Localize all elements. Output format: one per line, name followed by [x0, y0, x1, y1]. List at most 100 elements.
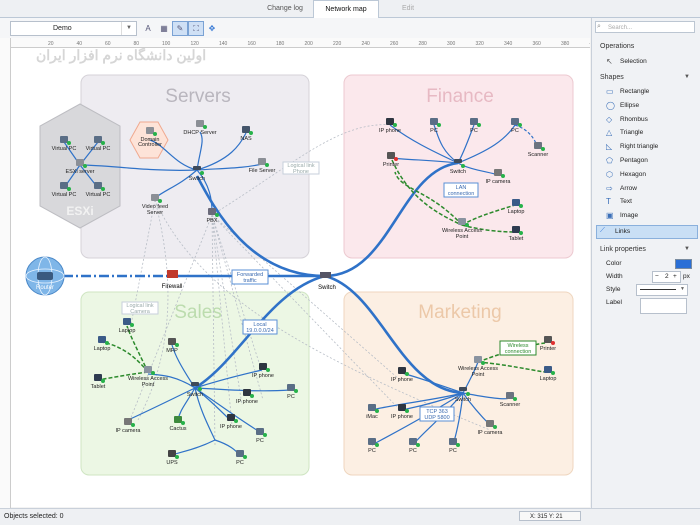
ruler-tick-label: 300 [447, 41, 456, 47]
status-dot-icon [405, 409, 409, 413]
node-label: ESXi server [65, 169, 94, 175]
collapse-icon[interactable]: ▼ [684, 74, 690, 80]
ruler-tick-label: 120 [191, 41, 200, 47]
status-dot-icon [375, 409, 379, 413]
operations-title: Operations [600, 43, 635, 50]
firewall-icon[interactable] [167, 270, 178, 278]
status-dot-icon [551, 341, 555, 345]
logical-link-camera-label-2: Camera [130, 309, 151, 315]
tablet-icon [94, 374, 102, 381]
wap-icon [144, 366, 152, 373]
network-map-canvas[interactable]: اولین دانشگاه نرم افزار ایران Servers Fi… [11, 48, 590, 507]
node-label: File Server [249, 168, 276, 174]
node-label: Point [472, 372, 485, 378]
node-label: DHCP Server [183, 130, 216, 136]
collapse-link-props-icon[interactable]: ▼ [684, 246, 690, 252]
decrement-icon[interactable]: − [655, 272, 659, 282]
status-dot-icon [481, 361, 485, 365]
shape-item-label: Image [620, 212, 639, 220]
shape-item-label: Text [620, 198, 632, 206]
label-input[interactable] [640, 298, 687, 314]
style-select[interactable]: ▼ [636, 284, 688, 296]
status-dot-icon [405, 372, 409, 376]
increment-icon[interactable]: + [673, 272, 677, 282]
tab-network-map-label: Network map [325, 6, 367, 13]
spellcheck-icon[interactable]: A [140, 21, 156, 36]
width-stepper[interactable]: − 2 + [652, 271, 681, 283]
shape-item-label: Rhombus [620, 115, 648, 123]
pc-icon [430, 118, 438, 125]
tab-change-log[interactable]: Change log [258, 0, 312, 17]
links-tool[interactable]: ⟋ Links [596, 225, 698, 239]
shape-item-label: Ellipse [620, 101, 640, 109]
status-dot-icon [234, 419, 238, 423]
side-panel: Search... ⌕ Operations ↖ Selection Shape… [591, 18, 700, 508]
ruler-tick-label: 380 [561, 41, 570, 47]
forwarded-traffic-label-2: traffic [243, 278, 257, 284]
ellipse-icon: ◯ [606, 100, 615, 110]
status-dot-icon [151, 371, 155, 375]
pencil-icon[interactable]: ✎ [172, 21, 188, 36]
node-label: Virtual PC [52, 192, 77, 198]
server-icon [196, 120, 204, 127]
shape-item-label: Pentagon [620, 157, 648, 164]
tab-change-log-label: Change log [267, 5, 303, 12]
vertical-ruler [0, 38, 11, 508]
link-icon: ⟋ [600, 227, 605, 234]
servers-title: Servers [165, 86, 230, 107]
tab-network-map[interactable]: Network map [313, 0, 379, 19]
pc-icon [511, 118, 519, 125]
search-input[interactable]: Search... [595, 21, 695, 33]
move-icon[interactable]: ✥ [204, 21, 220, 36]
fit-page-icon[interactable]: ⛶ [188, 21, 204, 36]
logical-link-phone-label-2: Phone [293, 169, 309, 175]
pc-icon [368, 438, 376, 445]
node-label: IP phone [391, 414, 413, 420]
camera-icon [124, 418, 132, 425]
finance-title: Finance [426, 86, 494, 107]
grid-icon[interactable]: ▦ [156, 21, 172, 36]
phone-icon [259, 363, 267, 370]
status-dot-icon [200, 171, 204, 175]
node-label: Printer [540, 346, 556, 352]
node-label: Controller [138, 142, 162, 148]
pc-icon [236, 450, 244, 457]
ruler-tick-label: 40 [77, 41, 83, 47]
style-dropdown-icon[interactable]: ▼ [680, 286, 685, 292]
node-label: Server [147, 210, 163, 216]
node-label: Switch [189, 176, 205, 182]
node-label: Tablet [91, 384, 106, 390]
color-swatch[interactable] [675, 259, 692, 269]
router-node[interactable]: Router [25, 256, 65, 296]
status-dot-icon [153, 132, 157, 136]
pc-icon [368, 404, 376, 411]
search-icon: ⌕ [597, 23, 601, 30]
pc-icon [256, 428, 264, 435]
node-label: Cactus [169, 426, 186, 432]
pc-icon [60, 136, 68, 143]
hexagon-icon: ⬡ [606, 169, 613, 179]
ruler-tick-label: 240 [362, 41, 371, 47]
status-dot-icon [203, 125, 207, 129]
pc-icon [409, 438, 417, 445]
watermark-text: اولین دانشگاه نرم افزار ایران [36, 48, 206, 64]
scanner-icon [534, 142, 542, 149]
printer-icon [387, 152, 395, 159]
status-dot-icon [477, 123, 481, 127]
tab-edit[interactable]: Edit [388, 0, 428, 17]
status-dot-icon [263, 433, 267, 437]
status-dot-icon [393, 123, 397, 127]
status-dot-icon [101, 141, 105, 145]
status-dot-icon [158, 199, 162, 203]
ruler-tick-label: 100 [162, 41, 171, 47]
chevron-down-icon[interactable]: ▼ [121, 22, 136, 35]
node-label: MFP [166, 348, 178, 354]
core-switch-icon[interactable] [320, 272, 331, 278]
status-dot-icon [67, 141, 71, 145]
width-unit: px [683, 273, 690, 280]
phone-icon [398, 367, 406, 374]
laptop-icon [512, 199, 520, 206]
node-label: Point [456, 234, 469, 240]
diagram-select[interactable]: Demo ▼ [10, 21, 137, 36]
status-dot-icon [243, 455, 247, 459]
